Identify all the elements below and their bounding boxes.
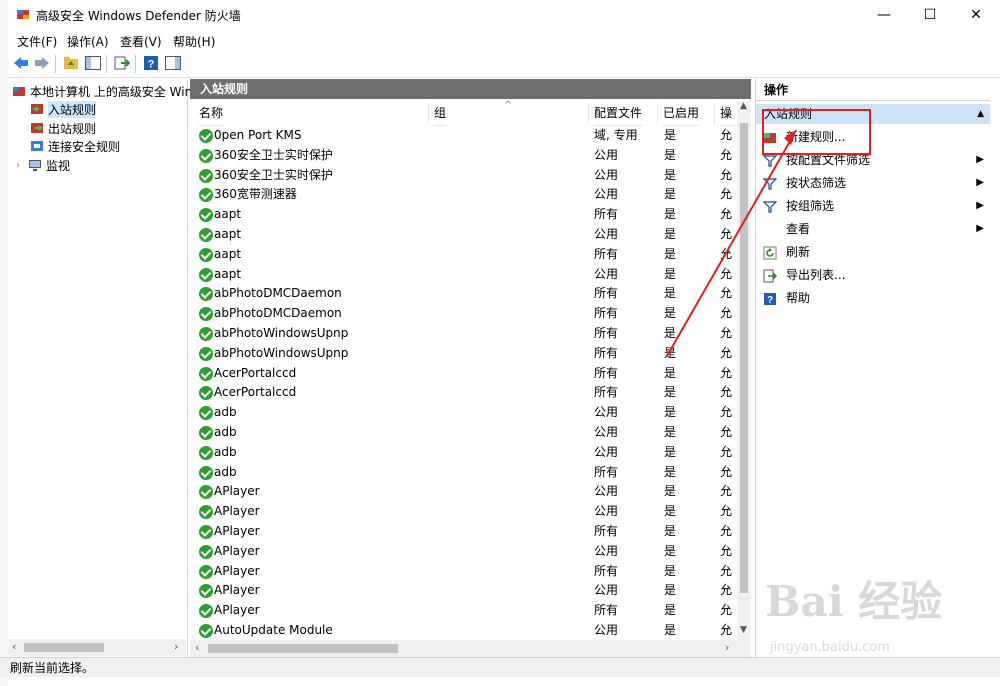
watermark-url: jingyan.baidu.com	[770, 640, 890, 655]
watermark-logo: Bai 经验	[765, 577, 943, 626]
status-bar: 刷新当前选择。	[0, 657, 1000, 677]
